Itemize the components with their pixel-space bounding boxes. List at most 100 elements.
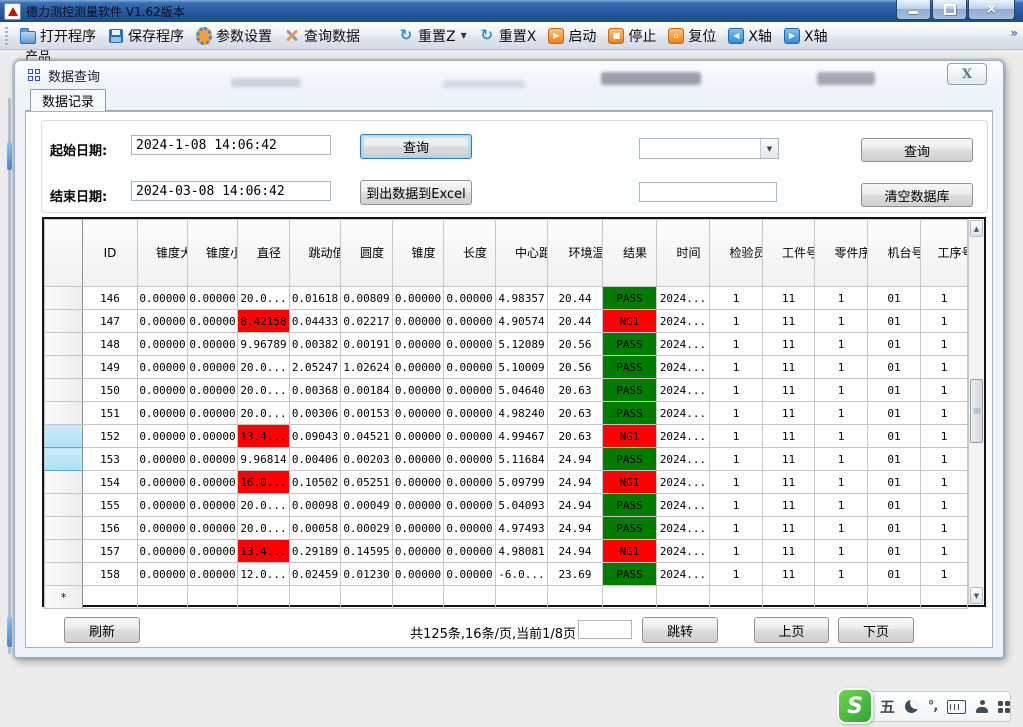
cell-env-temperature[interactable]: 23.69 xyxy=(548,563,603,586)
cell-roundness[interactable]: 0.00029 xyxy=(341,517,393,540)
cell-center-distance[interactable]: 5.04640 xyxy=(496,379,548,402)
col-header-env-temperature[interactable]: 环境温度 xyxy=(548,220,603,287)
cell-cone-small-diameter[interactable]: 0.00000 xyxy=(188,379,238,402)
cell-workpiece-no[interactable]: 11 xyxy=(763,402,815,425)
row-selector[interactable] xyxy=(45,471,83,494)
cell-part-seq-no[interactable]: 1 xyxy=(815,402,868,425)
cell-cone-big-diameter[interactable]: 0.00000 xyxy=(138,310,188,333)
punctuation-icon[interactable]: °, xyxy=(928,699,937,714)
cell-part-seq-no[interactable]: 1 xyxy=(815,379,868,402)
cell-center-distance[interactable]: 4.98081 xyxy=(496,540,548,563)
cell-time[interactable]: 2024... xyxy=(657,356,710,379)
toolbar-home[interactable]: ⌂ 复位 xyxy=(662,23,722,49)
cell-taper[interactable]: 0.00000 xyxy=(393,287,444,310)
cell-result[interactable]: NG1 xyxy=(603,540,657,563)
query-button[interactable]: 查询 xyxy=(360,134,472,159)
cell-roundness[interactable]: 1.02624 xyxy=(341,356,393,379)
cell-cone-small-diameter[interactable]: 0.00000 xyxy=(188,471,238,494)
cell-result[interactable]: PASS xyxy=(603,379,657,402)
cell-center-distance[interactable]: 4.99467 xyxy=(496,425,548,448)
cell-diameter[interactable]: 20.0... xyxy=(238,379,290,402)
cell-length[interactable]: 0.00000 xyxy=(444,494,496,517)
cell-inspector[interactable]: 1 xyxy=(710,356,763,379)
cell-roundness[interactable]: 0.02217 xyxy=(341,310,393,333)
cell-center-distance[interactable]: 4.97493 xyxy=(496,517,548,540)
cell-workpiece-no[interactable]: 11 xyxy=(763,494,815,517)
start-date-input[interactable] xyxy=(131,135,331,155)
col-header-cone-small-diameter[interactable]: 锥度小直径 xyxy=(188,220,238,287)
cell-env-temperature[interactable]: 20.56 xyxy=(548,356,603,379)
cell-part-seq-no[interactable]: 1 xyxy=(815,471,868,494)
cell-inspector[interactable]: 1 xyxy=(710,379,763,402)
col-header-workpiece-no[interactable]: 工件号 xyxy=(763,220,815,287)
row-selector[interactable] xyxy=(45,287,83,310)
cell-machine-no[interactable] xyxy=(868,586,921,609)
cell-inspector[interactable]: 1 xyxy=(710,471,763,494)
cell-process-no[interactable]: 1 xyxy=(921,333,968,356)
col-header-taper[interactable]: 锥度 xyxy=(393,220,444,287)
cell-part-seq-no[interactable]: 1 xyxy=(815,540,868,563)
cell-machine-no[interactable]: 01 xyxy=(868,402,921,425)
cell-workpiece-no[interactable]: 11 xyxy=(763,310,815,333)
col-header-inspector[interactable]: 检验员 xyxy=(710,220,763,287)
cell-runout[interactable]: 0.09043 xyxy=(290,425,341,448)
toolbar-save-program[interactable]: 保存程序 xyxy=(102,23,190,49)
cell-center-distance[interactable]: 5.10009 xyxy=(496,356,548,379)
cell-roundness[interactable]: 0.00203 xyxy=(341,448,393,471)
cell-inspector[interactable]: 1 xyxy=(710,494,763,517)
cell-runout[interactable]: 0.00382 xyxy=(290,333,341,356)
cell-taper[interactable]: 0.00000 xyxy=(393,333,444,356)
cell-length[interactable]: 0.00000 xyxy=(444,448,496,471)
row-selector[interactable] xyxy=(45,517,83,540)
cell-cone-big-diameter[interactable]: 0.00000 xyxy=(138,425,188,448)
cell-taper[interactable]: 0.00000 xyxy=(393,494,444,517)
cell-taper[interactable]: 0.00000 xyxy=(393,517,444,540)
cell-length[interactable]: 0.00000 xyxy=(444,563,496,586)
cell-env-temperature[interactable] xyxy=(548,586,603,609)
cell-cone-small-diameter[interactable] xyxy=(188,586,238,609)
cell-cone-big-diameter[interactable]: 0.00000 xyxy=(138,333,188,356)
chevron-down-icon[interactable]: ▼ xyxy=(461,31,467,40)
cell-process-no[interactable]: 1 xyxy=(921,517,968,540)
cell-inspector[interactable]: 1 xyxy=(710,402,763,425)
cell-result[interactable]: NG1 xyxy=(603,310,657,333)
cell-env-temperature[interactable]: 24.94 xyxy=(548,540,603,563)
filter-input[interactable] xyxy=(639,182,777,202)
cell-cone-big-diameter[interactable]: 0.00000 xyxy=(138,471,188,494)
dialog-header[interactable]: 数据查询 X xyxy=(15,61,1003,89)
cell-taper[interactable]: 0.00000 xyxy=(393,356,444,379)
cell-id[interactable] xyxy=(83,586,138,609)
cell-center-distance[interactable]: 4.98357 xyxy=(496,287,548,310)
cell-id[interactable]: 155 xyxy=(83,494,138,517)
cell-time[interactable]: 2024... xyxy=(657,402,710,425)
cell-cone-big-diameter[interactable]: 0.00000 xyxy=(138,540,188,563)
end-date-input[interactable] xyxy=(131,181,331,201)
toolbar-open-program[interactable]: 打开程序 xyxy=(14,23,102,49)
cell-runout[interactable]: 0.00406 xyxy=(290,448,341,471)
cell-env-temperature[interactable]: 20.56 xyxy=(548,333,603,356)
cell-process-no[interactable]: 1 xyxy=(921,356,968,379)
col-header-time[interactable]: 时间 xyxy=(657,220,710,287)
cell-result[interactable] xyxy=(603,586,657,609)
cell-id[interactable]: 146 xyxy=(83,287,138,310)
scroll-up-button[interactable]: ▲ xyxy=(970,220,983,237)
filter-combobox[interactable]: ▼ xyxy=(639,138,779,159)
vertical-scrollbar[interactable]: ▲ ▼ xyxy=(968,219,984,605)
cell-diameter[interactable]: 8.42158 xyxy=(238,310,290,333)
cell-runout[interactable]: 0.10502 xyxy=(290,471,341,494)
col-header-roundness[interactable]: 圆度 xyxy=(341,220,393,287)
cell-process-no[interactable]: 1 xyxy=(921,448,968,471)
toolbar-x-axis-left[interactable]: ◀ X轴 xyxy=(722,23,778,49)
cell-length[interactable]: 0.00000 xyxy=(444,517,496,540)
cell-time[interactable]: 2024... xyxy=(657,540,710,563)
cell-center-distance[interactable]: 4.90574 xyxy=(496,310,548,333)
cell-diameter[interactable]: 13.4... xyxy=(238,540,290,563)
cell-inspector[interactable]: 1 xyxy=(710,287,763,310)
row-selector[interactable] xyxy=(45,494,83,517)
cell-machine-no[interactable]: 01 xyxy=(868,333,921,356)
cell-cone-small-diameter[interactable]: 0.00000 xyxy=(188,563,238,586)
moon-icon[interactable] xyxy=(905,700,918,713)
col-header-diameter[interactable]: 直径 xyxy=(238,220,290,287)
cell-machine-no[interactable]: 01 xyxy=(868,448,921,471)
col-header-cone-big-diameter[interactable]: 锥度大直径 xyxy=(138,220,188,287)
